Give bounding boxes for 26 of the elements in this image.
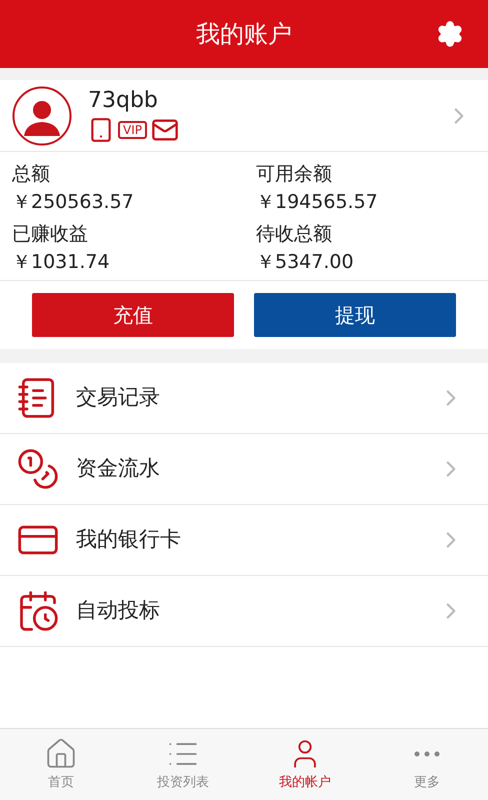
stat-label: 总额 xyxy=(12,162,51,187)
menu-label: 自动投标 xyxy=(76,597,161,624)
more-icon xyxy=(414,750,440,757)
recharge-button[interactable]: 充值 xyxy=(32,293,234,337)
username: 73qbb xyxy=(88,88,159,114)
stat-value: ￥5347.00 xyxy=(256,250,355,275)
stat-value: ￥194565.57 xyxy=(256,190,379,215)
vip-badge: VIP xyxy=(118,120,147,138)
stat-value: ￥1031.74 xyxy=(12,250,111,275)
stat-value: ￥250563.57 xyxy=(12,190,135,215)
withdraw-button[interactable]: 提现 xyxy=(254,293,456,337)
menu-label: 我的银行卡 xyxy=(76,526,182,554)
menu-item[interactable]: 我的银行卡 xyxy=(0,505,488,576)
menu-item[interactable]: 自动投标 xyxy=(0,576,488,647)
stat-label: 可用余额 xyxy=(256,162,333,187)
avatar-icon xyxy=(12,86,72,146)
menu-label: 资金流水 xyxy=(76,455,161,482)
menu-item[interactable]: 交易记录 xyxy=(0,363,488,434)
menu-item[interactable]: 资金流水 xyxy=(0,434,488,505)
menu-label: 交易记录 xyxy=(76,384,161,412)
page-title: 我的账户 xyxy=(196,19,292,50)
tab[interactable]: 我的帐户 xyxy=(244,729,366,800)
stat-label: 待收总额 xyxy=(256,222,333,247)
stat-label: 已赚收益 xyxy=(12,222,89,247)
settings-button[interactable] xyxy=(436,20,464,48)
coins-icon xyxy=(16,447,60,491)
